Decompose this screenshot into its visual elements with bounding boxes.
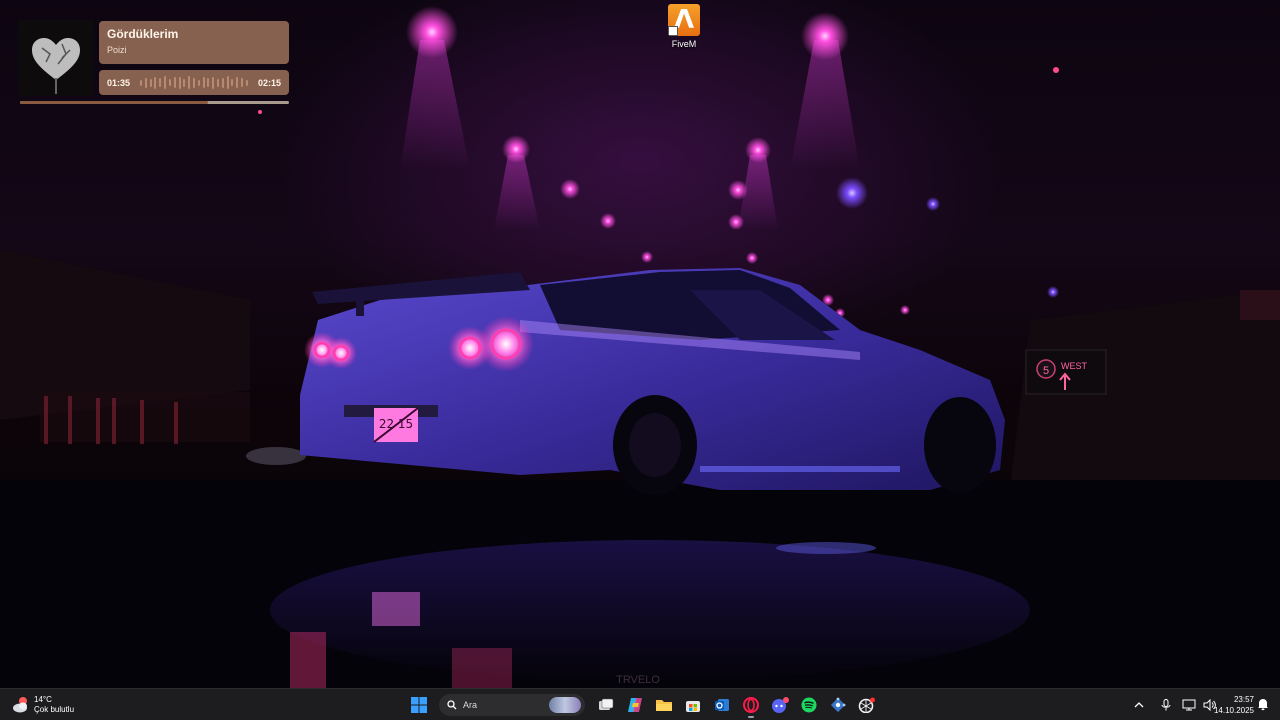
- task-view-button[interactable]: [593, 692, 619, 718]
- cloudy-weather-icon: [12, 696, 30, 714]
- start-button[interactable]: [406, 692, 432, 718]
- weather-condition: Çok bulutlu: [34, 705, 75, 714]
- wallpaper-watermark: TRVELO: [616, 674, 660, 686]
- opera-gx-icon: [743, 697, 759, 713]
- microphone-icon[interactable]: [1157, 696, 1175, 714]
- clock-time: 23:57: [1233, 695, 1254, 704]
- skyline-car: 22 15: [300, 268, 1005, 495]
- system-tray: [1130, 693, 1220, 717]
- taskbar-apps: Ara: [406, 692, 883, 718]
- song-info-card[interactable]: Gördüklerim Poizi: [99, 21, 289, 64]
- spotify-icon: [801, 697, 817, 713]
- waveform[interactable]: [140, 76, 248, 90]
- playback-time-card: 01:35 02:15: [99, 70, 289, 95]
- total-duration: 02:15: [257, 77, 281, 88]
- chatgpt-button[interactable]: [854, 692, 880, 718]
- taskbar-clock[interactable]: 23:57 14.10.2025: [1210, 694, 1254, 716]
- taskbar-search[interactable]: Ara: [439, 694, 585, 716]
- opera-gx-button[interactable]: [738, 692, 764, 718]
- windows-start-icon: [411, 697, 427, 713]
- desktop-icon-fivem[interactable]: Λ FiveM: [660, 4, 708, 49]
- music-widget: Gördüklerim Poizi 01:35 02:15: [18, 20, 291, 108]
- outlook-button[interactable]: [709, 692, 735, 718]
- chevron-up-icon[interactable]: [1130, 696, 1148, 714]
- spotify-button[interactable]: [796, 692, 822, 718]
- taskbar: 14°C Çok bulutlu Ara 23:57 14.10.2025: [0, 688, 1280, 720]
- notification-bell-icon[interactable]: [1256, 697, 1270, 711]
- discord-button[interactable]: [767, 692, 793, 718]
- copilot-icon: [628, 698, 642, 712]
- shortcut-arrow-icon: [668, 26, 678, 36]
- playback-progress-bar[interactable]: [20, 101, 289, 104]
- song-artist: Poizi: [107, 45, 127, 55]
- microsoft-store-button[interactable]: [680, 692, 706, 718]
- search-icon: [447, 700, 457, 710]
- chatgpt-icon: [858, 697, 875, 713]
- network-icon[interactable]: [1180, 696, 1198, 714]
- network-app-button[interactable]: [825, 692, 851, 718]
- outlook-icon: [715, 699, 729, 711]
- clock-date: 14.10.2025: [1213, 706, 1254, 715]
- network-app-icon: [830, 697, 846, 713]
- task-view-icon: [599, 698, 614, 710]
- copilot-button[interactable]: [622, 692, 648, 718]
- search-highlight-image: [549, 697, 581, 713]
- elapsed-time: 01:35: [107, 77, 131, 88]
- discord-icon: [772, 697, 789, 713]
- playback-progress-fill: [20, 101, 209, 104]
- search-placeholder: Ara: [463, 700, 478, 710]
- weather-widget[interactable]: 14°C Çok bulutlu: [12, 693, 74, 717]
- store-icon: [686, 701, 700, 712]
- song-title: Gördüklerim: [107, 27, 179, 41]
- desktop-icon-label: FiveM: [671, 39, 697, 49]
- album-art: [18, 20, 94, 96]
- folder-icon: [656, 700, 672, 711]
- road-sign-number: 5: [1043, 365, 1049, 377]
- road-sign-text: WEST: [1061, 361, 1088, 371]
- file-explorer-button[interactable]: [651, 692, 677, 718]
- fivem-icon: Λ: [668, 4, 700, 36]
- weather-temperature: 14°C: [34, 695, 52, 704]
